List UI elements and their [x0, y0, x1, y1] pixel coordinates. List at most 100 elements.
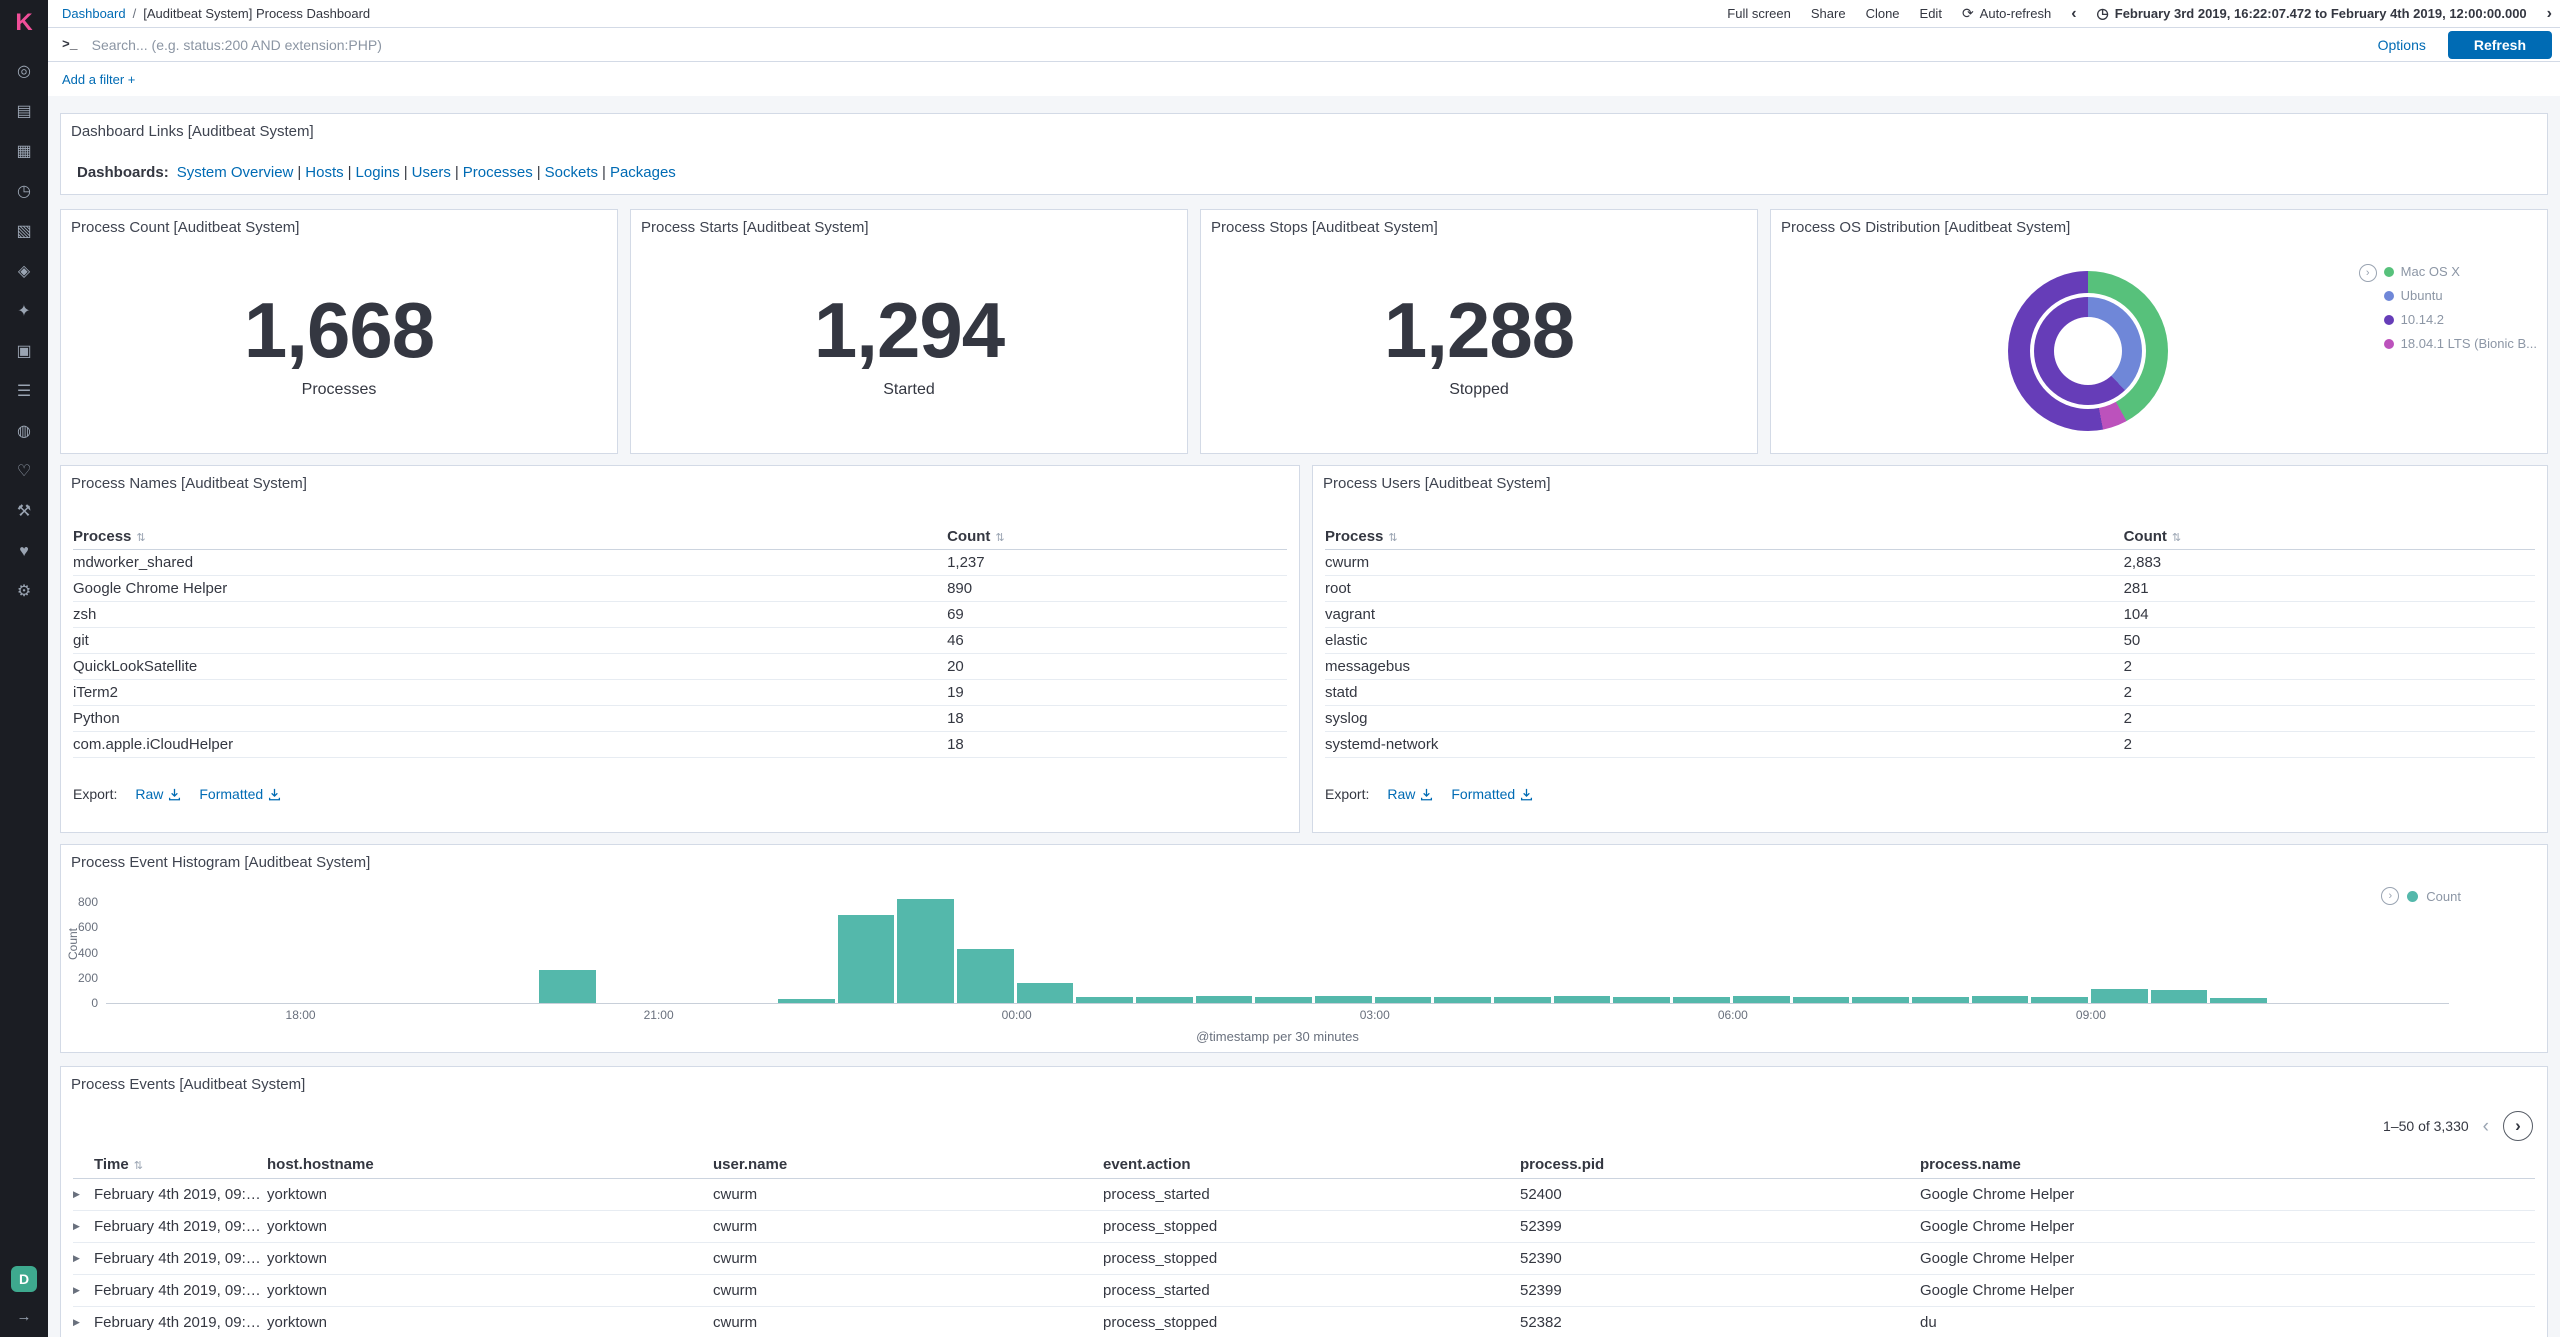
uptime-icon[interactable]: ♡ [12, 460, 36, 484]
legend-toggle-icon[interactable]: › [2358, 264, 2377, 282]
table-row: ▶February 4th 2019, 09:39:31.199yorktown… [73, 1275, 2535, 1307]
time-step-forward-icon[interactable]: › [2547, 5, 2552, 22]
export-formatted-link[interactable]: Formatted [199, 786, 281, 802]
histogram-bar[interactable] [1076, 996, 1134, 1003]
histogram-bar[interactable] [1971, 996, 2029, 1003]
column-header-time[interactable]: Time ⇅ [94, 1156, 267, 1173]
apm-icon[interactable]: ◍ [12, 420, 36, 444]
column-header-process-name[interactable]: process.name [1920, 1156, 2535, 1173]
dashboard-icon[interactable]: ▦ [12, 140, 36, 164]
column-header-process[interactable]: Process ⇅ [73, 528, 947, 545]
histogram-bar[interactable] [1852, 996, 1909, 1003]
histogram-bar[interactable] [1732, 996, 1790, 1003]
panel-event-histogram: Process Event Histogram [Auditbeat Syste… [60, 844, 2548, 1053]
dashboard-link[interactable]: System Overview [177, 164, 294, 181]
dashboard-link[interactable]: Hosts [305, 164, 343, 181]
expand-row-icon[interactable]: ▶ [73, 1189, 94, 1200]
infrastructure-icon[interactable]: ▣ [12, 340, 36, 364]
export-raw-link[interactable]: Raw [135, 786, 181, 802]
share-button[interactable]: Share [1811, 6, 1846, 21]
legend-item[interactable]: Mac OS X [2383, 264, 2537, 279]
dashboard-link[interactable]: Sockets [545, 164, 598, 181]
legend-item-count[interactable]: Count [2426, 889, 2461, 904]
search-input[interactable] [89, 35, 2366, 54]
histogram-bar[interactable] [1195, 996, 1253, 1003]
os-donut-inner[interactable] [2034, 297, 2142, 405]
edit-button[interactable]: Edit [1920, 6, 1942, 21]
panel-title: Process OS Distribution [Auditbeat Syste… [1781, 219, 2071, 236]
expand-row-icon[interactable]: ▶ [73, 1221, 94, 1232]
column-header-count[interactable]: Count ⇅ [947, 528, 1287, 545]
time-step-back-icon[interactable]: ‹ [2071, 5, 2076, 22]
legend-item[interactable]: 18.04.1 LTS (Bionic B... [2383, 336, 2537, 351]
histogram-bar[interactable] [1494, 997, 1551, 1003]
column-header-process[interactable]: Process ⇅ [1325, 528, 2124, 545]
histogram-bar[interactable] [2031, 996, 2088, 1003]
pagination-prev-icon[interactable]: ‹ [2483, 1117, 2489, 1136]
visualize-icon[interactable]: ▤ [12, 100, 36, 124]
timelion-icon[interactable]: ◷ [12, 180, 36, 204]
monitoring-icon[interactable]: ♥ [12, 540, 36, 564]
maps-icon[interactable]: ◈ [12, 260, 36, 284]
legend-item[interactable]: Ubuntu [2383, 288, 2537, 303]
histogram-bar[interactable] [539, 970, 596, 1003]
pagination-next-icon[interactable]: › [2503, 1111, 2533, 1141]
sidebar-expand-icon[interactable]: → [17, 1308, 32, 1325]
dashboard-grid: Dashboard Links [Auditbeat System] Dashb… [48, 96, 2560, 1337]
auto-refresh-button[interactable]: ⟳ Auto-refresh [1962, 5, 2051, 22]
column-header-username[interactable]: user.name [713, 1156, 1103, 1173]
canvas-icon[interactable]: ▧ [12, 220, 36, 244]
histogram-bar[interactable] [1374, 997, 1432, 1003]
histogram-bar[interactable] [2090, 989, 2148, 1003]
column-header-hostname[interactable]: host.hostname [267, 1156, 713, 1173]
refresh-button[interactable]: Refresh [2447, 30, 2552, 59]
dev-tools-icon[interactable]: ⚒ [12, 500, 36, 524]
column-header-process-pid[interactable]: process.pid [1520, 1156, 1920, 1173]
export-raw-link[interactable]: Raw [1387, 786, 1433, 802]
legend-dot [2407, 890, 2419, 902]
time-range-picker[interactable]: ◷ February 3rd 2019, 16:22:07.472 to Feb… [2097, 5, 2527, 22]
kibana-logo[interactable]: K [15, 0, 32, 46]
export-formatted-link[interactable]: Formatted [1451, 786, 1533, 802]
histogram-bar[interactable] [1673, 996, 1730, 1003]
histogram-bar[interactable] [1553, 996, 1611, 1003]
histogram-bar[interactable] [1016, 982, 1074, 1003]
query-options-button[interactable]: Options [2378, 37, 2426, 53]
expand-row-icon[interactable]: ▶ [73, 1317, 94, 1328]
histogram-bar[interactable] [897, 899, 955, 1003]
space-avatar[interactable]: D [11, 1266, 37, 1292]
discover-icon[interactable]: ◎ [12, 60, 36, 84]
dashboard-link[interactable]: Users [412, 164, 451, 181]
os-donut-outer[interactable] [2008, 271, 2168, 431]
histogram-bar[interactable] [1792, 997, 1850, 1003]
table-cell: 2 [2123, 684, 2132, 701]
legend-toggle-icon[interactable]: › [2381, 887, 2400, 905]
histogram-bar[interactable] [1613, 996, 1671, 1003]
expand-row-icon[interactable]: ▶ [73, 1253, 94, 1264]
machine-learning-icon[interactable]: ✦ [12, 300, 36, 324]
histogram-bar[interactable] [1911, 997, 1969, 1003]
histogram-bar[interactable] [1434, 996, 1492, 1003]
histogram-bar[interactable] [837, 914, 895, 1003]
add-filter-button[interactable]: Add a filter + [62, 72, 135, 87]
histogram-bar[interactable] [1255, 996, 1313, 1003]
histogram-bar[interactable] [957, 948, 1014, 1003]
column-header-event-action[interactable]: event.action [1103, 1156, 1520, 1173]
histogram-bar[interactable] [777, 998, 835, 1003]
expand-row-icon[interactable]: ▶ [73, 1285, 94, 1296]
dashboard-link[interactable]: Packages [610, 164, 676, 181]
column-header-count[interactable]: Count ⇅ [2124, 528, 2535, 545]
logs-icon[interactable]: ☰ [12, 380, 36, 404]
legend-item[interactable]: 10.14.2 [2383, 312, 2537, 327]
histogram-bar[interactable] [1136, 997, 1193, 1003]
management-icon[interactable]: ⚙ [12, 580, 36, 604]
dashboard-link[interactable]: Logins [356, 164, 400, 181]
full-screen-button[interactable]: Full screen [1727, 6, 1791, 21]
histogram-bar[interactable] [1315, 996, 1372, 1003]
histogram-bar[interactable] [2210, 997, 2267, 1003]
breadcrumb-dashboard-link[interactable]: Dashboard [62, 6, 126, 21]
histogram-bar[interactable] [2150, 990, 2208, 1003]
table-row: mdworker_shared 1,237 [73, 550, 1287, 576]
dashboard-link[interactable]: Processes [463, 164, 533, 181]
clone-button[interactable]: Clone [1866, 6, 1900, 21]
